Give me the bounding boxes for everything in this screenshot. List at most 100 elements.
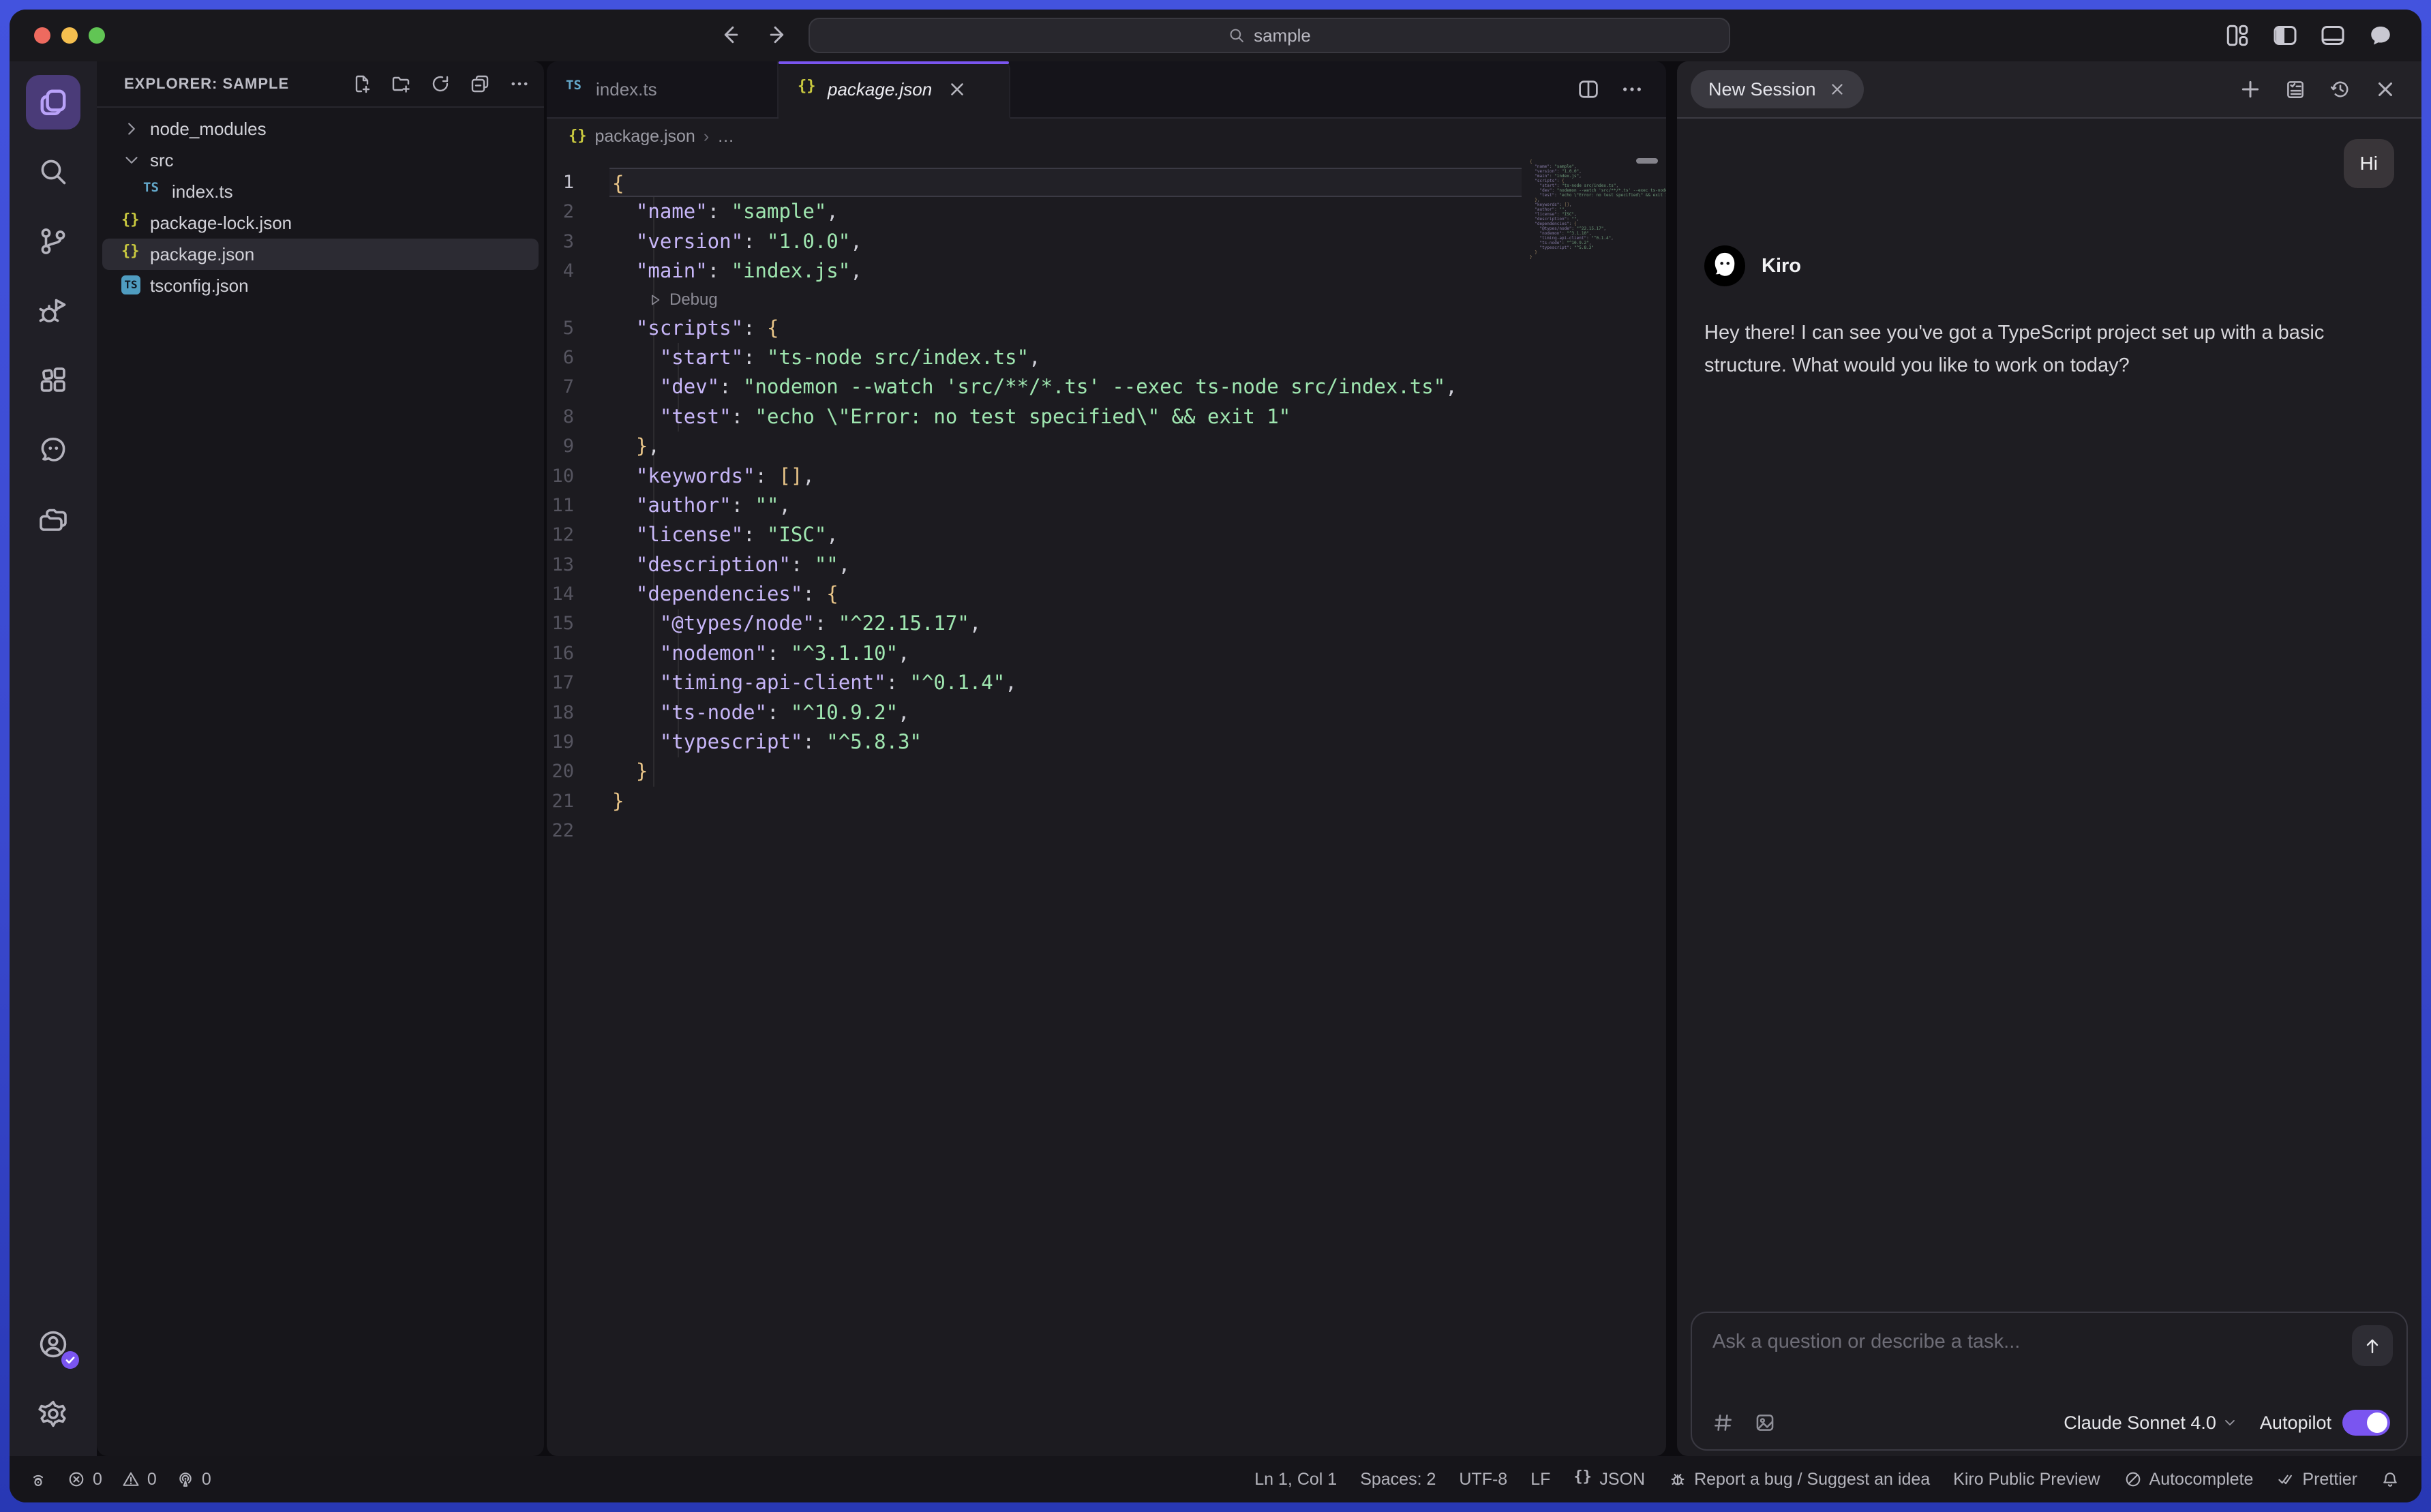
model-selector[interactable]: Claude Sonnet 4.0 bbox=[2064, 1412, 2238, 1434]
chat-tasks-icon[interactable] bbox=[2284, 78, 2307, 101]
tree-item-src[interactable]: src bbox=[102, 145, 539, 176]
status-warnings[interactable]: 0 bbox=[121, 1470, 157, 1490]
split-editor-icon[interactable] bbox=[1576, 77, 1601, 102]
code-line-15[interactable]: 15 "@types/node": "^22.15.17", bbox=[547, 609, 1666, 638]
line-content: "description": "", bbox=[609, 550, 1666, 579]
source-control-icon bbox=[37, 225, 70, 258]
code-line-1[interactable]: 1{ bbox=[547, 168, 1666, 197]
editor-group: TSindex.ts{}package.json {} package.json… bbox=[547, 61, 1666, 1456]
activity-item-search[interactable] bbox=[26, 145, 80, 199]
scrollbar-thumb[interactable] bbox=[1636, 158, 1658, 164]
assistant-message: Hey there! I can see you've got a TypeSc… bbox=[1704, 316, 2408, 382]
code-line-7[interactable]: 7 "dev": "nodemon --watch 'src/**/*.ts' … bbox=[547, 372, 1666, 402]
back-arrow-icon[interactable] bbox=[716, 22, 742, 48]
chat-session-tab[interactable]: New Session bbox=[1691, 70, 1864, 108]
refresh-icon[interactable] bbox=[429, 73, 451, 95]
minimap[interactable]: { "name": "sample", "version": "1.0.0", … bbox=[1530, 160, 1661, 1456]
forward-arrow-icon[interactable] bbox=[766, 22, 792, 48]
line-number: 14 bbox=[547, 579, 609, 609]
chat-filled-icon[interactable] bbox=[2367, 22, 2394, 49]
code-line-4[interactable]: 4 "main": "index.js", bbox=[547, 256, 1666, 286]
code-line-10[interactable]: 10 "keywords": [], bbox=[547, 462, 1666, 491]
activity-item-source-control[interactable] bbox=[26, 214, 80, 269]
status-indentation[interactable]: Spaces: 2 bbox=[1360, 1470, 1436, 1490]
code-line-3[interactable]: 3 "version": "1.0.0", bbox=[547, 227, 1666, 256]
tree-item-package-json[interactable]: {}package.json bbox=[102, 239, 539, 270]
status-forwarded-ports[interactable]: 0 bbox=[176, 1470, 211, 1490]
code-line-21[interactable]: 21} bbox=[547, 787, 1666, 816]
panel-left-icon[interactable] bbox=[2271, 22, 2299, 49]
activity-item-run-and-debug[interactable] bbox=[26, 284, 80, 338]
code-line-5[interactable]: 5 "scripts": { bbox=[547, 314, 1666, 343]
layout-grid-icon[interactable] bbox=[2224, 22, 2251, 49]
more-icon[interactable] bbox=[509, 73, 530, 95]
app-window: sample EXPLORER: SAMPLE node_modulessrcT… bbox=[10, 10, 2421, 1502]
code-line-14[interactable]: 14 "dependencies": { bbox=[547, 579, 1666, 609]
status-notifications[interactable] bbox=[2381, 1470, 2400, 1489]
status-encoding[interactable]: UTF-8 bbox=[1459, 1470, 1507, 1490]
chat-input[interactable]: Ask a question or describe a task... Cla… bbox=[1691, 1312, 2408, 1451]
breadcrumb-more[interactable]: … bbox=[717, 127, 734, 147]
chat-input-toolbar: Claude Sonnet 4.0 Autopilot bbox=[1711, 1410, 2390, 1436]
code-line-18[interactable]: 18 "ts-node": "^10.9.2", bbox=[547, 698, 1666, 727]
panel-bottom-icon[interactable] bbox=[2319, 22, 2346, 49]
status-errors[interactable]: 0 bbox=[67, 1470, 102, 1490]
code-line-6[interactable]: 6 "start": "ts-node src/index.ts", bbox=[547, 343, 1666, 372]
tab-close-icon[interactable] bbox=[947, 79, 967, 100]
status-autocomplete[interactable]: Autocomplete bbox=[2124, 1470, 2254, 1490]
activity-item-settings[interactable] bbox=[26, 1387, 80, 1441]
breadcrumb-file[interactable]: package.json bbox=[595, 127, 695, 147]
close-window-button[interactable] bbox=[34, 27, 50, 44]
chat-plus-icon[interactable] bbox=[2239, 78, 2262, 101]
code-line-13[interactable]: 13 "description": "", bbox=[547, 550, 1666, 579]
chat-close-icon[interactable] bbox=[2374, 78, 2397, 101]
attach-image-button[interactable] bbox=[1753, 1411, 1777, 1434]
code-line-17[interactable]: 17 "timing-api-client": "^0.1.4", bbox=[547, 668, 1666, 697]
status-report-bug[interactable]: Report a bug / Suggest an idea bbox=[1668, 1470, 1930, 1490]
more-icon[interactable] bbox=[1620, 77, 1644, 102]
status-language-mode[interactable]: {}JSON bbox=[1573, 1470, 1645, 1490]
kiro-chat-panel: New Session Hi Kiro Hey there! I can see… bbox=[1677, 61, 2421, 1456]
chat-history-icon[interactable] bbox=[2329, 78, 2352, 101]
line-number: 9 bbox=[547, 432, 609, 461]
status-end-of-line[interactable]: LF bbox=[1530, 1470, 1550, 1490]
code-line-16[interactable]: 16 "nodemon": "^3.1.10", bbox=[547, 639, 1666, 668]
send-button[interactable] bbox=[2352, 1325, 2393, 1366]
code-line-11[interactable]: 11 "author": "", bbox=[547, 491, 1666, 520]
code-line-12[interactable]: 12 "license": "ISC", bbox=[547, 520, 1666, 549]
minimize-window-button[interactable] bbox=[61, 27, 78, 44]
activity-item-account[interactable] bbox=[26, 1317, 80, 1372]
status-remote-indicator[interactable] bbox=[29, 1470, 48, 1489]
tree-item-index-ts[interactable]: TSindex.ts bbox=[102, 176, 539, 207]
status-prettier[interactable]: Prettier bbox=[2276, 1470, 2357, 1490]
code-line-9[interactable]: 9 }, bbox=[547, 432, 1666, 461]
command-center-search[interactable]: sample bbox=[809, 18, 1730, 53]
activity-item-extensions[interactable] bbox=[26, 353, 80, 408]
line-content: "test": "echo \"Error: no test specified… bbox=[609, 402, 1666, 432]
zoom-window-button[interactable] bbox=[89, 27, 105, 44]
codelens-debug[interactable]: Debug bbox=[547, 286, 1666, 314]
code-line-8[interactable]: 8 "test": "echo \"Error: no test specifi… bbox=[547, 402, 1666, 432]
tree-item-package-lock-json[interactable]: {}package-lock.json bbox=[102, 207, 539, 239]
status-cursor-position[interactable]: Ln 1, Col 1 bbox=[1254, 1470, 1337, 1490]
collapse-all-icon[interactable] bbox=[469, 73, 491, 95]
autopilot-toggle[interactable] bbox=[2342, 1410, 2390, 1436]
new-file-icon[interactable] bbox=[350, 73, 372, 95]
code-editor[interactable]: 1{2 "name": "sample",3 "version": "1.0.0… bbox=[547, 154, 1666, 1456]
code-line-19[interactable]: 19 "typescript": "^5.8.3" bbox=[547, 727, 1666, 757]
editor-tab-package-json[interactable]: {}package.json bbox=[779, 61, 1010, 119]
code-line-2[interactable]: 2 "name": "sample", bbox=[547, 197, 1666, 226]
status-label: Spaces: 2 bbox=[1360, 1470, 1436, 1490]
activity-item-kiro-home[interactable] bbox=[26, 75, 80, 130]
tree-item-node-modules[interactable]: node_modules bbox=[102, 113, 539, 145]
code-line-22[interactable]: 22 bbox=[547, 816, 1666, 845]
tree-item-tsconfig-json[interactable]: TStsconfig.json bbox=[102, 270, 539, 301]
activity-item-kiro-chat[interactable] bbox=[26, 423, 80, 477]
status-kiro-public-preview[interactable]: Kiro Public Preview bbox=[1953, 1470, 2100, 1490]
new-folder-icon[interactable] bbox=[390, 73, 412, 95]
editor-tab-index-ts[interactable]: TSindex.ts bbox=[547, 61, 779, 117]
code-line-20[interactable]: 20 } bbox=[547, 757, 1666, 786]
activity-item-file-explorer[interactable] bbox=[26, 492, 80, 547]
context-hash-button[interactable] bbox=[1711, 1411, 1734, 1434]
close-session-icon[interactable] bbox=[1828, 80, 1846, 98]
